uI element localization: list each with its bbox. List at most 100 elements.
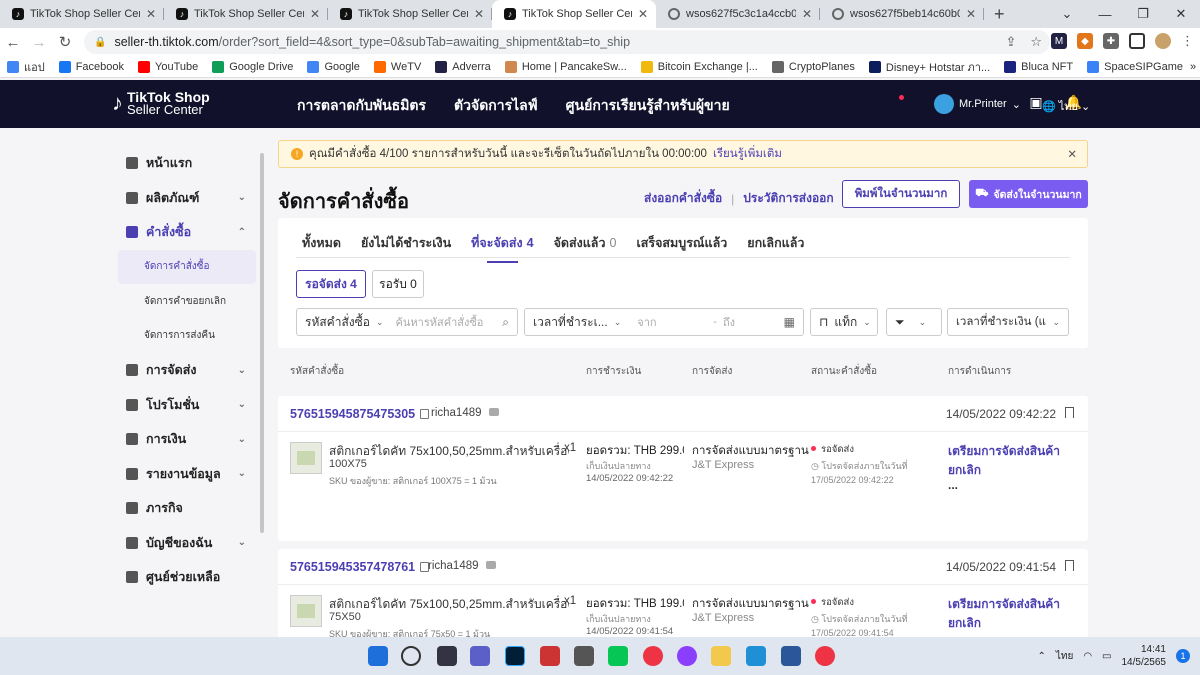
- cancel-order-button[interactable]: ยกเลิก: [948, 616, 981, 630]
- notification-badge[interactable]: 1: [1176, 649, 1190, 663]
- order-tab[interactable]: จัดส่งแล้ว 0: [554, 233, 617, 263]
- close-window-button[interactable]: ✕: [1162, 0, 1200, 28]
- chrome-icon[interactable]: [643, 646, 663, 666]
- order-tab[interactable]: ที่จะจัดส่ง 4: [471, 233, 534, 263]
- sidebar-item[interactable]: บัญชีของฉัน ⌄: [112, 526, 256, 561]
- browser-tab[interactable]: wsos627f5beb14c60b05 ✕: [820, 0, 984, 28]
- sidebar-item[interactable]: ผลิตภัณฑ์ ⌄: [112, 181, 256, 216]
- sidepanel-icon[interactable]: [1129, 33, 1145, 49]
- close-icon[interactable]: ✕: [1067, 147, 1077, 161]
- order-id-link[interactable]: 576515945875475305: [290, 407, 430, 421]
- reload-icon[interactable]: ↻: [52, 33, 78, 51]
- product-name[interactable]: สติกเกอร์ไดคัท 75x100,50,25mm.สำหรับเครื…: [329, 595, 569, 614]
- more-bookmarks-icon[interactable]: »: [1190, 61, 1200, 73]
- calculator-icon[interactable]: [574, 646, 594, 666]
- sidebar-item[interactable]: รายงานข้อมูล ⌄: [112, 457, 256, 492]
- profile-avatar[interactable]: [1155, 33, 1171, 49]
- export-orders-link[interactable]: ส่งออกคำสั่งซื้อ: [644, 189, 722, 208]
- camera-icon[interactable]: [540, 646, 560, 666]
- bookmark-item[interactable]: Disney+ Hotstar ภา...: [862, 58, 997, 76]
- bulk-ship-button[interactable]: ⛟ จัดส่งในจำนวนมาก: [969, 180, 1088, 208]
- tag-filter[interactable]: ⊓ แท็ก ⌄: [810, 308, 878, 336]
- file-explorer-icon[interactable]: [711, 646, 731, 666]
- clock[interactable]: 14:41 14/5/2565: [1122, 643, 1167, 669]
- bookmark-item[interactable]: Google Drive: [205, 60, 300, 73]
- bookmark-item[interactable]: YouTube: [131, 60, 205, 73]
- copy-icon[interactable]: [420, 409, 430, 419]
- bookmark-item[interactable]: WeTV: [367, 60, 428, 73]
- browser-tab[interactable]: wsos627f5c3c1a4ccb05 ✕: [656, 0, 820, 28]
- sidebar-scrollbar[interactable]: [260, 153, 264, 533]
- close-tab-icon[interactable]: ✕: [474, 7, 484, 21]
- bookmark-icon[interactable]: [1065, 560, 1074, 571]
- menu-affiliate[interactable]: การตลาดกับพันธมิตร: [297, 95, 426, 117]
- export-history-link[interactable]: ประวัติการส่งออก: [743, 189, 833, 208]
- sidebar-item[interactable]: จัดการคำสั่งซื้อ: [118, 249, 256, 284]
- order-tab[interactable]: ยกเลิกแล้ว: [747, 233, 804, 263]
- bookmark-item[interactable]: Bluca NFT: [997, 60, 1080, 73]
- bookmark-icon[interactable]: [1065, 407, 1074, 418]
- sidebar-item[interactable]: จัดการการส่งคืน: [112, 319, 256, 354]
- back-icon[interactable]: ←: [0, 34, 26, 51]
- close-tab-icon[interactable]: ✕: [146, 7, 156, 21]
- puzzle-icon[interactable]: ✚: [1103, 33, 1119, 49]
- language-select[interactable]: 🌐 ไทย ⌄: [1042, 97, 1090, 115]
- sidebar-item[interactable]: หน้าแรก: [112, 146, 256, 181]
- learn-more-link[interactable]: เรียนรู้เพิ่มเติม: [713, 145, 782, 163]
- chat-icon[interactable]: [485, 561, 496, 569]
- product-thumbnail[interactable]: [290, 595, 322, 627]
- order-id-link[interactable]: 576515945357478761: [290, 560, 430, 574]
- order-tab[interactable]: ยังไม่ได้ชำระเงิน: [361, 233, 451, 263]
- browser-tab[interactable]: ♪ TikTok Shop Seller Center | ✕: [328, 0, 492, 28]
- chat-icon[interactable]: [488, 408, 499, 416]
- menu-learning-center[interactable]: ศูนย์การเรียนรู้สำหรับผู้ขาย: [566, 95, 730, 117]
- messenger-icon[interactable]: [677, 646, 697, 666]
- metamask-icon[interactable]: ◆: [1077, 33, 1093, 49]
- bulk-print-button[interactable]: พิมพ์ในจำนวนมาก: [842, 180, 960, 208]
- tab-search-icon[interactable]: ⌄: [1048, 0, 1086, 28]
- more-menu-icon[interactable]: ⋮: [1181, 33, 1194, 49]
- more-actions-button[interactable]: ...: [948, 479, 1060, 491]
- battery-icon[interactable]: ▭: [1102, 651, 1111, 662]
- bookmark-item[interactable]: SpaceSIPGame: [1080, 60, 1190, 73]
- chat-icon[interactable]: ▣: [1029, 94, 1042, 111]
- line-icon[interactable]: [608, 646, 628, 666]
- close-tab-icon[interactable]: ✕: [310, 7, 320, 21]
- chevron-up-icon[interactable]: ⌃: [1037, 651, 1045, 662]
- cancel-order-button[interactable]: ยกเลิก: [948, 463, 981, 477]
- search-icon[interactable]: [401, 646, 421, 666]
- share-icon[interactable]: ⇪: [1005, 34, 1016, 50]
- product-thumbnail[interactable]: [290, 442, 322, 474]
- bookmark-item[interactable]: Home | PancakeSw...: [498, 60, 634, 73]
- subtab-awaiting-pickup[interactable]: รอรับ 0: [372, 270, 424, 298]
- tiktok-shop-logo[interactable]: ♪ TikTok Shop Seller Center: [112, 90, 210, 116]
- extension-icon[interactable]: M: [1051, 33, 1067, 49]
- order-tab[interactable]: ทั้งหมด: [302, 233, 341, 263]
- bookmark-item[interactable]: Adverra: [428, 60, 498, 73]
- date-from-input[interactable]: จาก: [637, 313, 707, 331]
- close-tab-icon[interactable]: ✕: [966, 7, 976, 21]
- word-icon[interactable]: [781, 646, 801, 666]
- search-input[interactable]: ค้นหารหัสคำสั่งซื้อ: [396, 313, 497, 331]
- time-field-select[interactable]: เวลาที่ชำระเ...: [533, 313, 608, 332]
- close-tab-icon[interactable]: ✕: [638, 7, 648, 21]
- app-icon[interactable]: [746, 646, 766, 666]
- sidebar-item[interactable]: ศูนย์ช่วยเหลือ: [112, 560, 256, 595]
- search-icon[interactable]: ⌕: [502, 315, 509, 330]
- sidebar-item[interactable]: จัดการคำขอยกเลิก: [112, 284, 256, 319]
- bookmark-item[interactable]: แอป: [0, 58, 52, 76]
- browser-tab[interactable]: ♪ TikTok Shop Seller Center | ✕: [0, 0, 164, 28]
- language-indicator[interactable]: ไทย: [1056, 649, 1073, 664]
- close-tab-icon[interactable]: ✕: [802, 7, 812, 21]
- new-tab-button[interactable]: +: [984, 0, 1015, 28]
- star-icon[interactable]: ☆: [1030, 34, 1042, 50]
- user-menu[interactable]: Mr.Printer ⌄: [934, 94, 1021, 114]
- wifi-icon[interactable]: ◠: [1083, 651, 1092, 662]
- sort-select[interactable]: เวลาที่ชำระเงิน (แส ⌄: [947, 308, 1069, 336]
- search-field-select[interactable]: รหัสคำสั่งซื้อ: [305, 313, 370, 332]
- filter-menu[interactable]: ⏷ ⌄: [886, 308, 942, 336]
- sidebar-item[interactable]: ภารกิจ: [112, 491, 256, 526]
- bookmark-item[interactable]: Google: [300, 60, 366, 73]
- bookmark-item[interactable]: Bitcoin Exchange |...: [634, 60, 765, 73]
- chrome-icon[interactable]: [815, 646, 835, 666]
